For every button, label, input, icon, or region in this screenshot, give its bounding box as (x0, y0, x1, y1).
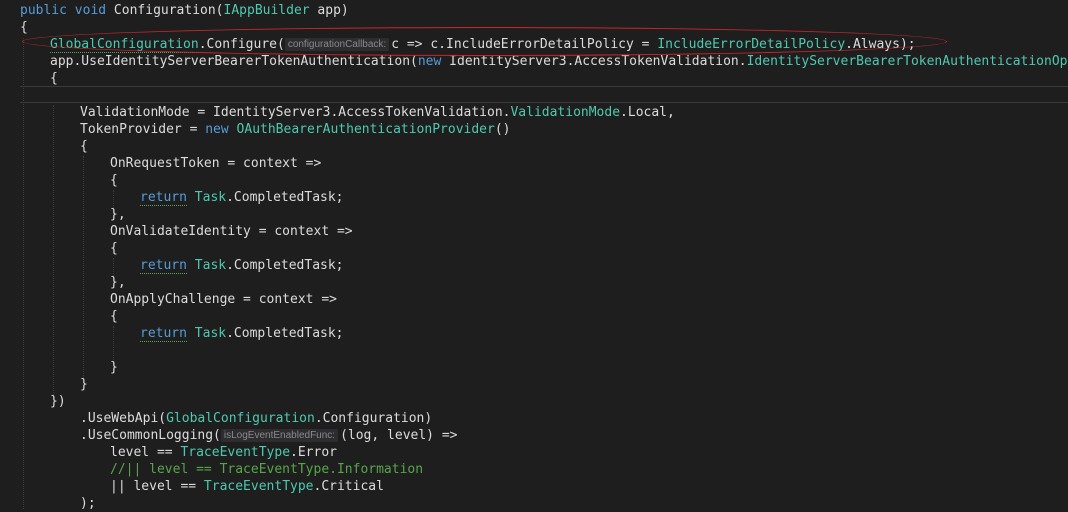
code-text: app) (309, 3, 349, 18)
code-text: app.UseIdentityServerBearerTokenAuthenti… (50, 54, 418, 69)
code-line[interactable]: { (110, 308, 118, 325)
type-name: IAppBuilder (223, 3, 310, 18)
code-line[interactable]: { (50, 70, 58, 87)
brace: { (110, 241, 118, 256)
code-text: (log, level) => (340, 428, 458, 443)
indent-guide (53, 105, 54, 395)
code-line[interactable]: }, (110, 206, 126, 223)
code-line[interactable]: } (80, 376, 88, 393)
type-name: Task (194, 190, 227, 205)
code-text: OnApplyChallenge = context => (110, 292, 337, 307)
code-text: .Configuration) (314, 411, 433, 426)
type-name: OAuthBearerAuthenticationProvider (228, 122, 495, 137)
code-line[interactable]: || level == TraceEventType.Critical (110, 478, 384, 495)
code-line[interactable]: OnValidateIdentity = context => (110, 223, 353, 240)
code-line[interactable]: OnRequestToken = context => (110, 155, 321, 172)
code-line[interactable]: .UseWebApi(GlobalConfiguration.Configura… (80, 410, 432, 427)
code-line[interactable]: //|| level == TraceEventType.Information (110, 461, 423, 478)
code-line[interactable]: } (110, 359, 118, 376)
brace: } (80, 377, 88, 392)
type-name: GlobalConfiguration (166, 411, 315, 426)
code-text: ValidationMode = IdentityServer3.AccessT… (80, 105, 511, 120)
parameter-hint: isLogEventEnabledFunc: (220, 429, 339, 442)
code-text: Configuration( (106, 3, 224, 18)
brace: { (110, 173, 118, 188)
code-text: IdentityServer3.AccessTokenValidation. (441, 54, 747, 69)
code-text: || level == (110, 479, 204, 494)
code-text: OnRequestToken = context => (110, 156, 322, 171)
type-name: Task (194, 326, 227, 341)
code-line[interactable]: ValidationMode = IdentityServer3.AccessT… (80, 104, 675, 121)
code-line[interactable]: TokenProvider = new OAuthBearerAuthentic… (80, 121, 510, 138)
keyword: void (74, 3, 107, 18)
type-name: IdentityServerBearerTokenAuthenticationO… (746, 54, 1068, 69)
keyword: return (140, 326, 187, 342)
code-text: .CompletedTask; (226, 326, 344, 341)
brace: { (20, 20, 28, 35)
code-text: () (494, 122, 511, 137)
brace: }, (110, 275, 126, 290)
code-text: TokenProvider = (80, 122, 206, 137)
type-name: Task (194, 258, 227, 273)
code-comment: //|| level == TraceEventType.Information (110, 462, 424, 477)
code-editor[interactable]: public void Configuration(IAppBuilder ap… (0, 0, 1068, 512)
code-line[interactable]: .UseCommonLogging(isLogEventEnabledFunc:… (80, 427, 457, 444)
code-line[interactable]: return Task.CompletedTask; (140, 325, 344, 342)
code-line[interactable]: }, (110, 274, 126, 291)
code-line[interactable]: return Task.CompletedTask; (140, 257, 344, 274)
type-name: ValidationMode (510, 105, 621, 120)
code-text: .CompletedTask; (226, 258, 344, 273)
code-line[interactable]: ); (80, 495, 96, 512)
keyword: public (20, 3, 67, 18)
indent-guide (83, 156, 84, 378)
keyword: new (205, 122, 229, 137)
code-line[interactable]: public void Configuration(IAppBuilder ap… (20, 2, 349, 19)
code-text: .Critical (313, 479, 384, 494)
brace: { (80, 139, 88, 154)
code-text: OnValidateIdentity = context => (110, 224, 353, 239)
current-line-highlight (20, 86, 1068, 103)
code-text: .UseCommonLogging( (80, 428, 221, 443)
code-line[interactable]: }) (50, 393, 66, 410)
brace: }, (110, 207, 126, 222)
type-name: TraceEventType (180, 445, 291, 460)
code-line[interactable]: { (20, 19, 28, 36)
code-line[interactable]: { (80, 138, 88, 155)
code-text: .Error (290, 445, 337, 460)
indent-guide (23, 38, 24, 509)
annotation-ellipse (22, 27, 947, 56)
code-line[interactable]: { (110, 172, 118, 189)
brace: }) (50, 394, 66, 409)
code-text: .Local, (620, 105, 675, 120)
keyword: new (417, 54, 442, 69)
code-text: .UseWebApi( (80, 411, 167, 426)
keyword: return (140, 258, 187, 274)
code-text: level == (110, 445, 181, 460)
code-line[interactable]: OnApplyChallenge = context => (110, 291, 337, 308)
brace: { (50, 71, 58, 86)
brace: { (110, 309, 118, 324)
brace: } (110, 360, 118, 375)
code-text: .CompletedTask; (226, 190, 344, 205)
code-line[interactable]: { (110, 240, 118, 257)
code-line[interactable]: level == TraceEventType.Error (110, 444, 337, 461)
code-line[interactable]: return Task.CompletedTask; (140, 189, 344, 206)
keyword: return (140, 190, 187, 206)
type-name: TraceEventType (203, 479, 314, 494)
